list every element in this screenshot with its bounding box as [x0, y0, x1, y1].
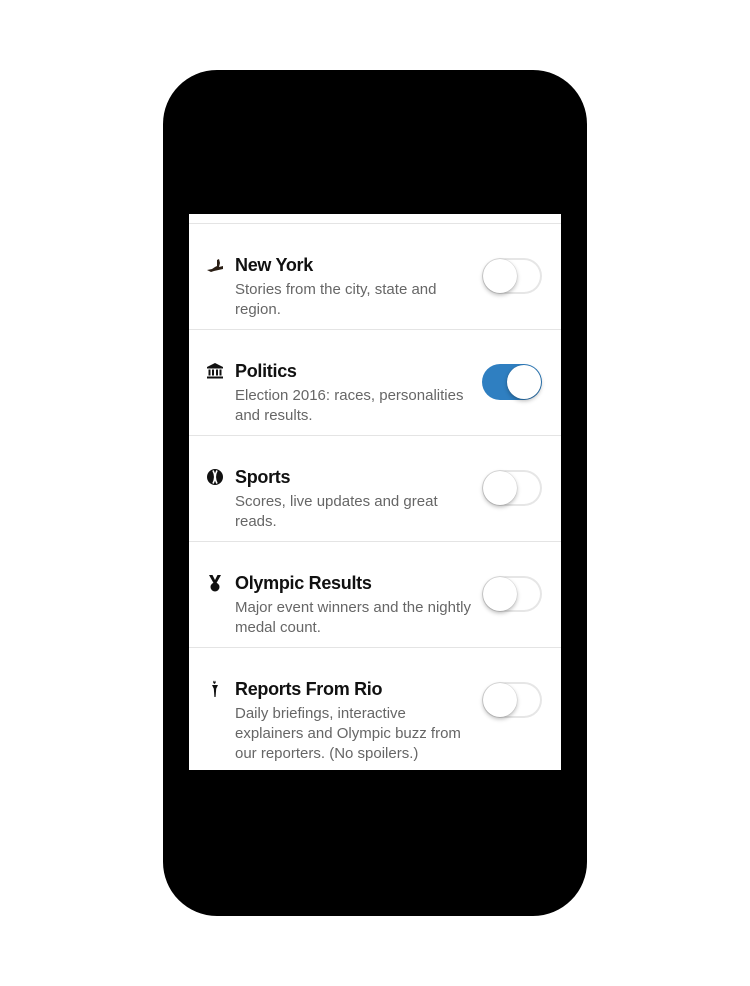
item-description: Stories from the city, state and region. — [235, 281, 437, 318]
new-york-state-icon — [206, 256, 224, 274]
list-item-politics: Politics Election 2016: races, personali… — [189, 330, 561, 436]
item-description: Major event winners and the nightly meda… — [235, 599, 471, 636]
item-description: Scores, live updates and great reads. — [235, 493, 438, 530]
item-title: Sports — [235, 467, 291, 487]
medal-icon — [206, 574, 224, 592]
toggle-knob — [507, 365, 541, 399]
new-york-toggle[interactable] — [482, 258, 542, 294]
toggle-knob — [483, 259, 517, 293]
item-description: Election 2016: races, personalities and … — [235, 387, 464, 424]
item-title: Reports From Rio — [235, 679, 383, 699]
olympic-results-toggle[interactable] — [482, 576, 542, 612]
sports-toggle[interactable] — [482, 470, 542, 506]
baseball-icon — [206, 468, 224, 486]
list-item-reports-from-rio: Reports From Rio Daily briefings, intera… — [189, 648, 561, 762]
item-description: Daily briefings, interactive explainers … — [235, 705, 461, 762]
toggle-knob — [483, 471, 517, 505]
politics-toggle[interactable] — [482, 364, 542, 400]
item-title: Politics — [235, 361, 297, 381]
notification-settings-list: New York Stories from the city, state an… — [189, 214, 561, 770]
toggle-knob — [483, 683, 517, 717]
list-item-sports: Sports Scores, live updates and great re… — [189, 436, 561, 542]
reports-from-rio-toggle[interactable] — [482, 682, 542, 718]
olympic-torch-icon — [206, 680, 224, 698]
list-item-new-york: New York Stories from the city, state an… — [189, 224, 561, 330]
item-title: Olympic Results — [235, 573, 372, 593]
toggle-knob — [483, 577, 517, 611]
item-title: New York — [235, 255, 313, 275]
list-item-olympic-results: Olympic Results Major event winners and … — [189, 542, 561, 648]
capitol-building-icon — [206, 362, 224, 380]
